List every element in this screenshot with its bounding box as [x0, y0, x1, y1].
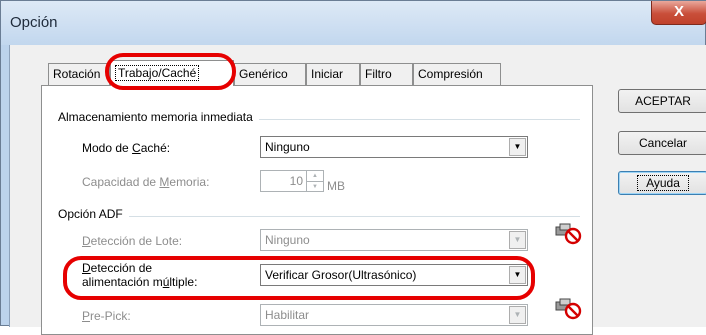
window-title: Opción — [10, 14, 58, 31]
button-label: ACEPTAR — [635, 94, 691, 108]
memory-capacity-spinner[interactable]: 10 ▲ ▼ — [260, 170, 324, 192]
chevron-down-icon[interactable]: ▼ — [509, 138, 526, 156]
cancel-button[interactable]: Cancelar — [618, 131, 706, 155]
memory-capacity-value: 10 — [289, 174, 303, 188]
prepick-label: Pre-Pick: — [82, 309, 131, 323]
ok-button[interactable]: ACEPTAR — [618, 89, 706, 113]
prepick-value: Habilitar — [265, 308, 310, 322]
group-divider — [60, 216, 580, 217]
tab-rotacion[interactable]: Rotación — [48, 63, 110, 85]
chevron-down-icon[interactable]: ▼ — [509, 231, 526, 249]
tab-generico[interactable]: Genérico — [234, 63, 306, 85]
cache-mode-value: Ninguno — [265, 140, 310, 154]
tab-label: Genérico — [239, 67, 288, 81]
cache-group-title: Almacenamiento memoria inmediata — [58, 110, 259, 124]
tab-label: Compresión — [418, 67, 483, 81]
chevron-down-icon[interactable]: ▼ — [307, 181, 323, 191]
prepick-select[interactable]: Habilitar ▼ — [260, 304, 528, 326]
tab-label: Rotación — [53, 67, 101, 81]
tab-label: Iniciar — [311, 67, 344, 81]
highlight-oval-multifeed — [63, 256, 535, 300]
button-label: Cancelar — [638, 136, 688, 150]
close-button[interactable]: X — [651, 1, 706, 25]
chevron-down-icon[interactable]: ▼ — [509, 306, 526, 324]
highlight-oval-tab — [105, 53, 236, 90]
memory-capacity-label: Capacidad de Memoria: — [82, 175, 210, 189]
batch-detection-value: Ninguno — [265, 233, 310, 247]
spinner-buttons[interactable]: ▲ ▼ — [306, 171, 323, 191]
tab-compresion[interactable]: Compresión — [413, 63, 501, 85]
tab-iniciar[interactable]: Iniciar — [306, 63, 360, 85]
tab-label: Filtro — [365, 67, 392, 81]
no-setting-icon — [555, 223, 582, 245]
button-label: Ayuda — [637, 175, 689, 191]
adf-group-title: Opción ADF — [58, 207, 129, 221]
help-button[interactable]: Ayuda — [618, 171, 706, 195]
title-bar[interactable]: Opción X — [1, 1, 706, 45]
batch-detection-select[interactable]: Ninguno ▼ — [260, 229, 528, 251]
memory-unit-label: MB — [327, 179, 345, 193]
tab-filtro[interactable]: Filtro — [360, 63, 413, 85]
option-dialog: Opción X Rotación Trabajo/Caché Genérico… — [0, 0, 706, 335]
chevron-up-icon[interactable]: ▲ — [307, 171, 323, 181]
no-setting-icon — [555, 298, 582, 320]
close-icon: X — [673, 3, 684, 20]
cache-mode-label: Modo de Caché: — [82, 141, 171, 155]
batch-detection-label: Detección de Lote: — [82, 234, 183, 248]
cache-mode-select[interactable]: Ninguno ▼ — [260, 136, 528, 158]
